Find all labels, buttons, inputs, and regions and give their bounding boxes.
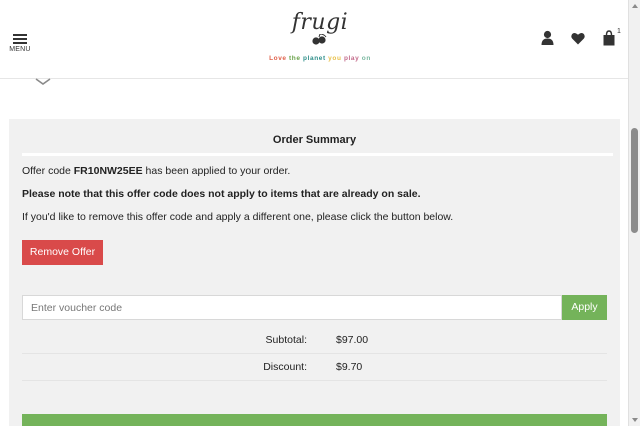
subtotal-row: Subtotal: $97.00 — [22, 327, 607, 354]
menu-button[interactable]: MENU — [9, 34, 31, 53]
subtotal-value: $97.00 — [336, 334, 369, 346]
tagline-word: the — [289, 55, 301, 62]
scroll-down-icon[interactable] — [632, 418, 638, 422]
tagline-word: planet — [303, 55, 326, 62]
account-icon[interactable] — [541, 30, 554, 46]
remove-offer-button[interactable]: Remove Offer — [22, 240, 103, 265]
basket-count: 1 — [617, 28, 621, 35]
subtotal-label: Subtotal: — [265, 334, 307, 346]
offer-prefix: Offer code — [22, 165, 74, 177]
menu-label: MENU — [9, 46, 31, 53]
order-summary-panel: Order Summary Offer code FR10NW25EE has … — [9, 119, 620, 426]
apply-voucher-button[interactable]: Apply — [562, 295, 607, 320]
discount-label: Discount: — [263, 361, 307, 373]
heart-icon[interactable] — [571, 32, 585, 45]
voucher-code-input[interactable] — [22, 295, 562, 320]
basket-icon[interactable] — [603, 30, 615, 46]
scrollbar-thumb[interactable] — [631, 128, 638, 233]
divider — [22, 153, 613, 156]
tagline-word: you — [328, 55, 342, 62]
logo[interactable]: frugi — [270, 10, 370, 46]
tagline-word: on — [361, 55, 371, 62]
checkout-button[interactable] — [22, 414, 607, 426]
sale-items-note: Please note that this offer code does no… — [22, 188, 421, 200]
offer-applied-message: Offer code FR10NW25EE has been applied t… — [22, 165, 290, 177]
offer-suffix: has been applied to your order. — [142, 165, 291, 177]
hamburger-icon — [9, 34, 31, 44]
tagline-word: play — [343, 55, 360, 62]
site-header: MENU frugi Love the planet you play on 1 — [0, 0, 628, 79]
tagline: Love the planet you play on — [250, 55, 390, 62]
page: MENU frugi Love the planet you play on 1… — [0, 0, 640, 426]
chevron-down-icon[interactable] — [34, 74, 52, 86]
scroll-up-icon[interactable] — [632, 4, 638, 8]
logo-text: frugi — [291, 10, 349, 35]
remove-offer-hint: If you'd like to remove this offer code … — [22, 211, 454, 223]
offer-code: FR10NW25EE — [73, 165, 143, 177]
order-summary-title: Order Summary — [272, 134, 357, 146]
tagline-word: Love — [269, 55, 287, 62]
scrollbar[interactable] — [628, 0, 640, 426]
discount-value: $9.70 — [336, 361, 363, 373]
discount-row: Discount: $9.70 — [22, 354, 607, 381]
